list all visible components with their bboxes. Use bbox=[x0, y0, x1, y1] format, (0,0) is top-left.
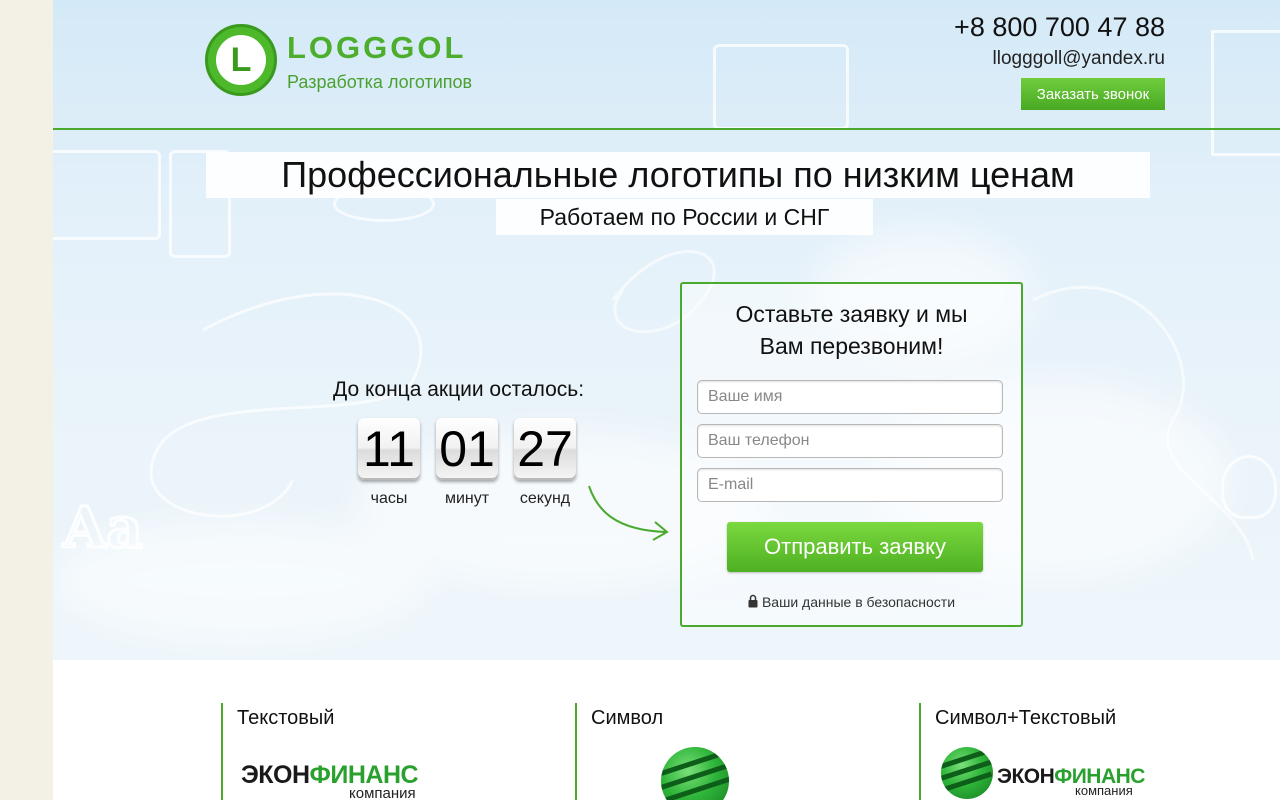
submit-button[interactable]: Отправить заявку bbox=[727, 522, 983, 572]
logo-icon[interactable]: L bbox=[205, 24, 277, 96]
page-title: Профессиональные логотипы по низким цена… bbox=[206, 152, 1150, 198]
logo-type-symbol[interactable]: Символ bbox=[575, 703, 897, 800]
brand-example-subtitle: компания bbox=[1075, 783, 1133, 798]
security-note: Ваши данные в безопасности bbox=[682, 594, 1021, 610]
countdown-minutes: 01 bbox=[436, 418, 498, 480]
site-header: L LOGGGOL Разработка логотипов +8 800 70… bbox=[53, 0, 1280, 130]
brand-part-dark: ЭКОН bbox=[241, 761, 310, 789]
countdown-hours: 11 bbox=[358, 418, 420, 480]
logo-inner-circle: L bbox=[216, 35, 266, 85]
countdown-label: До конца акции осталось: bbox=[333, 378, 585, 401]
brand-part-dark: ЭКОН bbox=[997, 765, 1055, 788]
header-divider bbox=[53, 128, 1280, 130]
form-title-line1: Оставьте заявку и мы bbox=[735, 301, 968, 327]
logo-type-title: Текстовый bbox=[237, 707, 335, 729]
phone-number[interactable]: +8 800 700 47 88 bbox=[954, 12, 1165, 43]
lock-icon bbox=[748, 594, 758, 608]
phone-input[interactable] bbox=[697, 424, 1003, 458]
green-sphere-icon bbox=[941, 747, 993, 799]
name-input[interactable] bbox=[697, 380, 1003, 414]
brand-example-subtitle: компания bbox=[349, 785, 416, 800]
page-subtitle: Работаем по России и СНГ bbox=[496, 199, 873, 235]
landing-page: Aa L LOGGGOL Разработка логотипов +8 800… bbox=[53, 0, 1280, 800]
countdown-seconds-label: секунд bbox=[519, 490, 571, 507]
callback-form: Оставьте заявку и мы Вам перезвоним! Отп… bbox=[680, 282, 1023, 627]
countdown-minutes-label: минут bbox=[444, 490, 490, 507]
countdown-hours-label: часы bbox=[370, 490, 408, 507]
form-title: Оставьте заявку и мы Вам перезвоним! bbox=[682, 298, 1021, 362]
logo-type-text[interactable]: Текстовый ЭКОНФИНАНС компания bbox=[221, 703, 553, 800]
security-note-text: Ваши данные в безопасности bbox=[761, 594, 956, 610]
brand-tagline: Разработка логотипов bbox=[287, 72, 473, 92]
green-sphere-icon bbox=[661, 747, 729, 800]
curved-arrow-icon bbox=[588, 485, 669, 541]
form-title-line2: Вам перезвоним! bbox=[759, 333, 944, 359]
hero-section: Aa L LOGGGOL Разработка логотипов +8 800… bbox=[53, 0, 1280, 660]
email-link[interactable]: llogggoll@yandex.ru bbox=[993, 48, 1165, 70]
logo-type-title: Символ bbox=[591, 707, 664, 729]
logo-type-title: Символ+Текстовый bbox=[935, 707, 1117, 729]
brand-name[interactable]: LOGGGOL bbox=[287, 30, 466, 66]
callback-button[interactable]: Заказать звонок bbox=[1021, 78, 1165, 110]
email-input[interactable] bbox=[697, 468, 1003, 502]
countdown-seconds: 27 bbox=[514, 418, 576, 480]
logo-type-symbol-text[interactable]: Символ+Текстовый ЭКОНФИНАНС компания bbox=[919, 703, 1261, 800]
logo-letter: L bbox=[230, 41, 252, 79]
